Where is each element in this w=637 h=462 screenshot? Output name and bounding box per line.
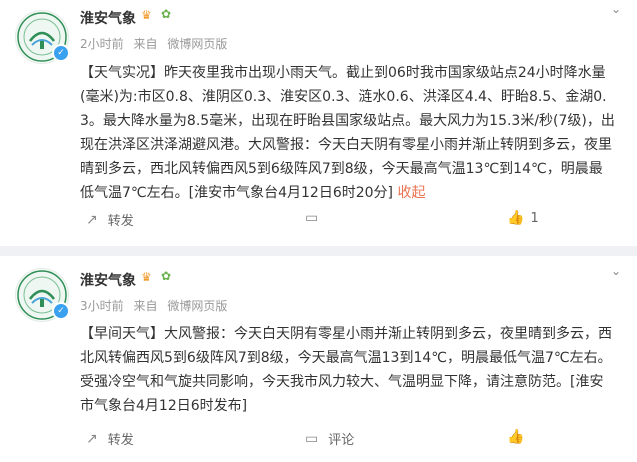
like-button[interactable]: 👍: [507, 429, 530, 445]
sprout-icon[interactable]: ✿: [161, 269, 171, 283]
post-actions: ↗ 转发 ▭ 👍 1: [80, 210, 621, 230]
weibo-post: ✓ 淮安气象 ♛ ✿ 2小时前 来自 微博网页版 ⌄ 【天气实况】昨天夜里我市出…: [0, 0, 637, 246]
crown-icon[interactable]: ♛: [141, 8, 152, 22]
repost-button[interactable]: ↗ 转发: [86, 429, 134, 449]
like-count: 1: [530, 210, 539, 226]
repost-button[interactable]: ↗ 转发: [86, 210, 134, 230]
comment-icon: ▭: [305, 210, 319, 226]
post-text: 【早间天气】大风警报：今天白天阴有零星小雨并渐止转阴到多云，夜里晴到多云，西北风…: [80, 326, 612, 414]
author-name[interactable]: 淮安气象: [80, 8, 136, 28]
post-text: 【天气实况】昨天夜里我市出现小雨天气。截止到06时我市国家级站点24小时降水量(…: [80, 65, 615, 201]
repost-label: 转发: [107, 433, 134, 448]
post-meta: 3小时前 来自 微博网页版: [80, 297, 233, 314]
chevron-down-icon[interactable]: ⌄: [611, 2, 621, 16]
like-button[interactable]: 👍 1: [507, 210, 539, 226]
chevron-down-icon[interactable]: ⌄: [611, 264, 621, 278]
author-name[interactable]: 淮安气象: [80, 270, 136, 290]
comment-button[interactable]: ▭: [305, 210, 328, 226]
verified-icon: ✓: [52, 302, 70, 320]
post-source: 微博网页版: [167, 299, 228, 313]
repost-icon: ↗: [86, 430, 98, 447]
comment-button[interactable]: ▭ 评论: [305, 429, 355, 449]
verified-icon: ✓: [52, 44, 70, 62]
source-prefix: 来自: [133, 37, 158, 51]
post-actions: ↗ 转发 ▭ 评论 👍: [80, 429, 621, 449]
comment-label: 评论: [328, 433, 355, 448]
post-time[interactable]: 3小时前: [80, 299, 124, 313]
repost-icon: ↗: [86, 211, 98, 228]
post-source: 微博网页版: [167, 37, 228, 51]
like-icon: 👍: [507, 210, 525, 226]
source-prefix: 来自: [133, 299, 158, 313]
weibo-post: ✓ 淮安气象 ♛ ✿ 3小时前 来自 微博网页版 ⌄ 【早间天气】大风警报：今天…: [0, 256, 637, 462]
collapse-link[interactable]: 收起: [397, 185, 425, 201]
post-meta: 2小时前 来自 微博网页版: [80, 35, 233, 52]
post-content: 【早间天气】大风警报：今天白天阴有零星小雨并渐止转阴到多云，夜里晴到多云，西北风…: [80, 322, 616, 418]
post-content: 【天气实况】昨天夜里我市出现小雨天气。截止到06时我市国家级站点24小时降水量(…: [80, 61, 616, 205]
comment-icon: ▭: [305, 430, 319, 447]
sprout-icon[interactable]: ✿: [161, 7, 171, 21]
repost-label: 转发: [107, 214, 134, 229]
like-icon: 👍: [507, 429, 525, 445]
crown-icon[interactable]: ♛: [141, 270, 152, 284]
post-time[interactable]: 2小时前: [80, 37, 124, 51]
